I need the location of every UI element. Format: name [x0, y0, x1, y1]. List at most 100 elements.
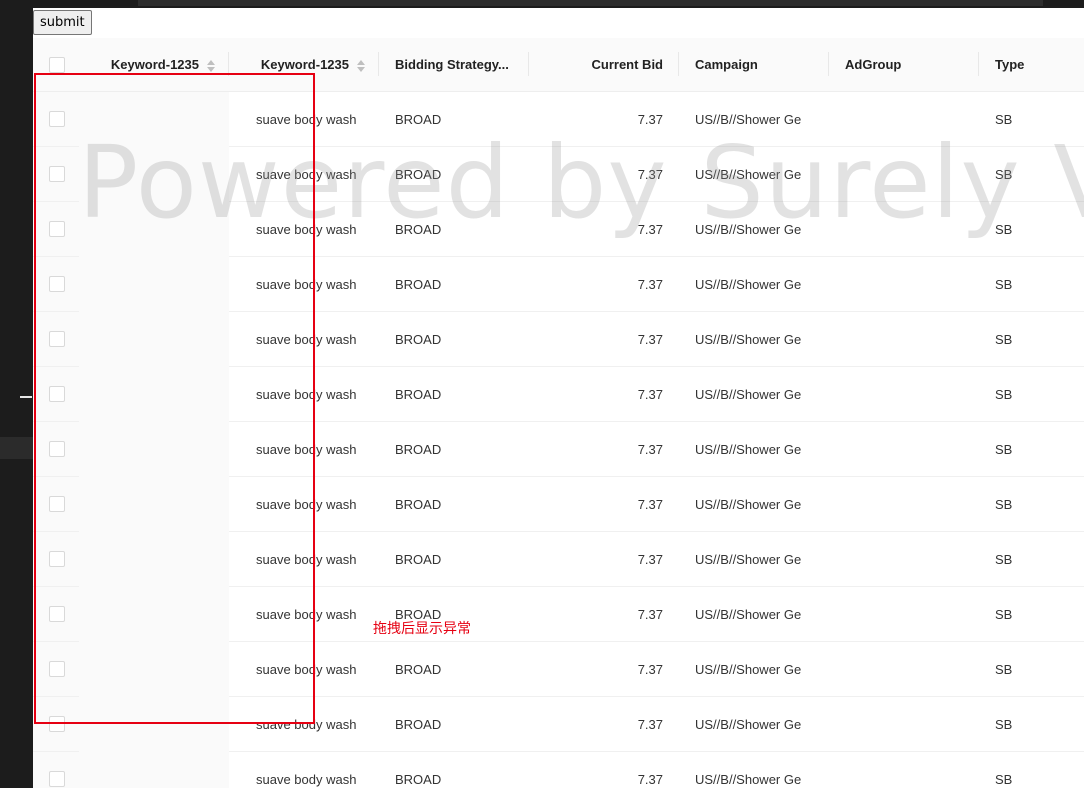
header-current-bid[interactable]: Current Bid [529, 38, 679, 92]
header-adgroup[interactable]: AdGroup [829, 38, 979, 92]
checkbox-icon[interactable] [49, 606, 65, 623]
cell-keyword-1 [79, 531, 229, 587]
cell-bidding-strategy: BROAD [379, 641, 529, 697]
submit-button[interactable]: submit [33, 10, 92, 35]
table-row[interactable]: suave body wash BROAD 7.37 US//B//Shower Ge… [33, 421, 1084, 477]
left-panel-strip [0, 0, 33, 788]
cell-current-bid: 7.37 [529, 366, 679, 422]
collapse-dash-icon [20, 396, 32, 398]
checkbox-icon[interactable] [49, 496, 65, 513]
table-body: suave body wash BROAD 7.37 US//B//Shower Ge… [33, 91, 1084, 788]
checkbox-icon[interactable] [49, 331, 65, 348]
table-row[interactable]: suave body wash BROAD 7.37 US//B//Shower Ge… [33, 366, 1084, 422]
cell-keyword-2: suave body wash [229, 146, 379, 202]
cell-current-bid: 7.37 [529, 476, 679, 532]
sort-caret-icon[interactable] [357, 59, 365, 72]
content-area: submit Keyword-1235 Keyword-1235 Bidding… [33, 8, 1084, 788]
cell-keyword-2: suave body wash [229, 311, 379, 367]
cell-keyword-1 [79, 91, 229, 147]
cell-keyword-2: suave body wash [229, 586, 379, 642]
cell-type: SB [979, 256, 1084, 312]
table-row[interactable]: suave body wash BROAD 7.37 US//B//Shower Ge… [33, 696, 1084, 752]
top-scrollbar[interactable] [138, 0, 1043, 6]
cell-bidding-strategy: BROAD [379, 146, 529, 202]
row-select-cell[interactable] [33, 91, 79, 147]
table-row[interactable]: suave body wash BROAD 7.37 US//B//Shower Ge… [33, 256, 1084, 312]
sort-caret-icon[interactable] [207, 59, 215, 72]
cell-campaign: US//B//Shower Ge [679, 146, 829, 202]
cell-keyword-1 [79, 751, 229, 788]
cell-campaign: US//B//Shower Ge [679, 366, 829, 422]
checkbox-icon[interactable] [49, 166, 65, 183]
checkbox-icon[interactable] [49, 661, 65, 678]
row-select-cell[interactable] [33, 751, 79, 788]
row-select-cell[interactable] [33, 531, 79, 587]
checkbox-icon[interactable] [49, 386, 65, 403]
cell-bidding-strategy: BROAD [379, 311, 529, 367]
cell-keyword-2: suave body wash [229, 531, 379, 587]
header-select-all[interactable] [33, 38, 79, 92]
header-bidding-strategy[interactable]: Bidding Strategy... [379, 38, 529, 92]
cell-adgroup [829, 146, 979, 202]
row-select-cell[interactable] [33, 201, 79, 257]
cell-adgroup [829, 201, 979, 257]
table-row[interactable]: suave body wash BROAD 7.37 US//B//Shower Ge… [33, 311, 1084, 367]
cell-keyword-1 [79, 256, 229, 312]
cell-type: SB [979, 311, 1084, 367]
row-select-cell[interactable] [33, 146, 79, 202]
checkbox-icon[interactable] [49, 551, 65, 568]
cell-keyword-2: suave body wash [229, 751, 379, 788]
row-select-cell[interactable] [33, 421, 79, 477]
cell-keyword-2: suave body wash [229, 366, 379, 422]
table-row[interactable]: suave body wash BROAD 7.37 US//B//Shower Ge… [33, 641, 1084, 697]
left-panel-band [0, 437, 33, 459]
row-select-cell[interactable] [33, 256, 79, 312]
checkbox-icon[interactable] [49, 276, 65, 293]
cell-bidding-strategy: BROAD [379, 696, 529, 752]
cell-adgroup [829, 641, 979, 697]
cell-keyword-2: suave body wash [229, 476, 379, 532]
checkbox-icon[interactable] [49, 56, 65, 73]
table-row[interactable]: suave body wash BROAD 7.37 US//B//Shower Ge… [33, 531, 1084, 587]
row-select-cell[interactable] [33, 476, 79, 532]
header-label: Campaign [695, 57, 758, 72]
checkbox-icon[interactable] [49, 441, 65, 458]
table-row[interactable]: suave body wash BROAD 7.37 US//B//Shower Ge… [33, 751, 1084, 788]
header-label: AdGroup [845, 57, 902, 72]
cell-campaign: US//B//Shower Ge [679, 201, 829, 257]
cell-keyword-1 [79, 366, 229, 422]
table-row[interactable]: suave body wash BROAD 7.37 US//B//Shower Ge… [33, 476, 1084, 532]
header-campaign[interactable]: Campaign [679, 38, 829, 92]
cell-adgroup [829, 751, 979, 788]
checkbox-icon[interactable] [49, 771, 65, 788]
cell-keyword-1 [79, 421, 229, 477]
checkbox-icon[interactable] [49, 716, 65, 733]
header-keyword-2[interactable]: Keyword-1235 [229, 38, 379, 92]
cell-keyword-2: suave body wash [229, 696, 379, 752]
checkbox-icon[interactable] [49, 221, 65, 238]
table-row[interactable]: suave body wash BROAD 7.37 US//B//Shower Ge… [33, 201, 1084, 257]
row-select-cell[interactable] [33, 696, 79, 752]
row-select-cell[interactable] [33, 586, 79, 642]
row-select-cell[interactable] [33, 311, 79, 367]
row-select-cell[interactable] [33, 641, 79, 697]
row-select-cell[interactable] [33, 366, 79, 422]
table-row[interactable]: suave body wash BROAD 7.37 US//B//Shower Ge… [33, 91, 1084, 147]
cell-bidding-strategy: BROAD [379, 751, 529, 788]
cell-keyword-1 [79, 641, 229, 697]
checkbox-icon[interactable] [49, 111, 65, 128]
table-header: Keyword-1235 Keyword-1235 Bidding Strate… [33, 38, 1084, 92]
table-row[interactable]: suave body wash BROAD 7.37 US//B//Shower Ge… [33, 586, 1084, 642]
cell-adgroup [829, 311, 979, 367]
cell-current-bid: 7.37 [529, 696, 679, 752]
header-keyword-1[interactable]: Keyword-1235 [79, 38, 229, 92]
header-label: Bidding Strategy... [395, 57, 509, 72]
cell-campaign: US//B//Shower Ge [679, 751, 829, 788]
header-type[interactable]: Type [979, 38, 1084, 92]
cell-current-bid: 7.37 [529, 586, 679, 642]
table-row[interactable]: suave body wash BROAD 7.37 US//B//Shower Ge… [33, 146, 1084, 202]
cell-bidding-strategy: BROAD [379, 531, 529, 587]
cell-bidding-strategy: BROAD [379, 476, 529, 532]
cell-adgroup [829, 531, 979, 587]
cell-keyword-2: suave body wash [229, 421, 379, 477]
